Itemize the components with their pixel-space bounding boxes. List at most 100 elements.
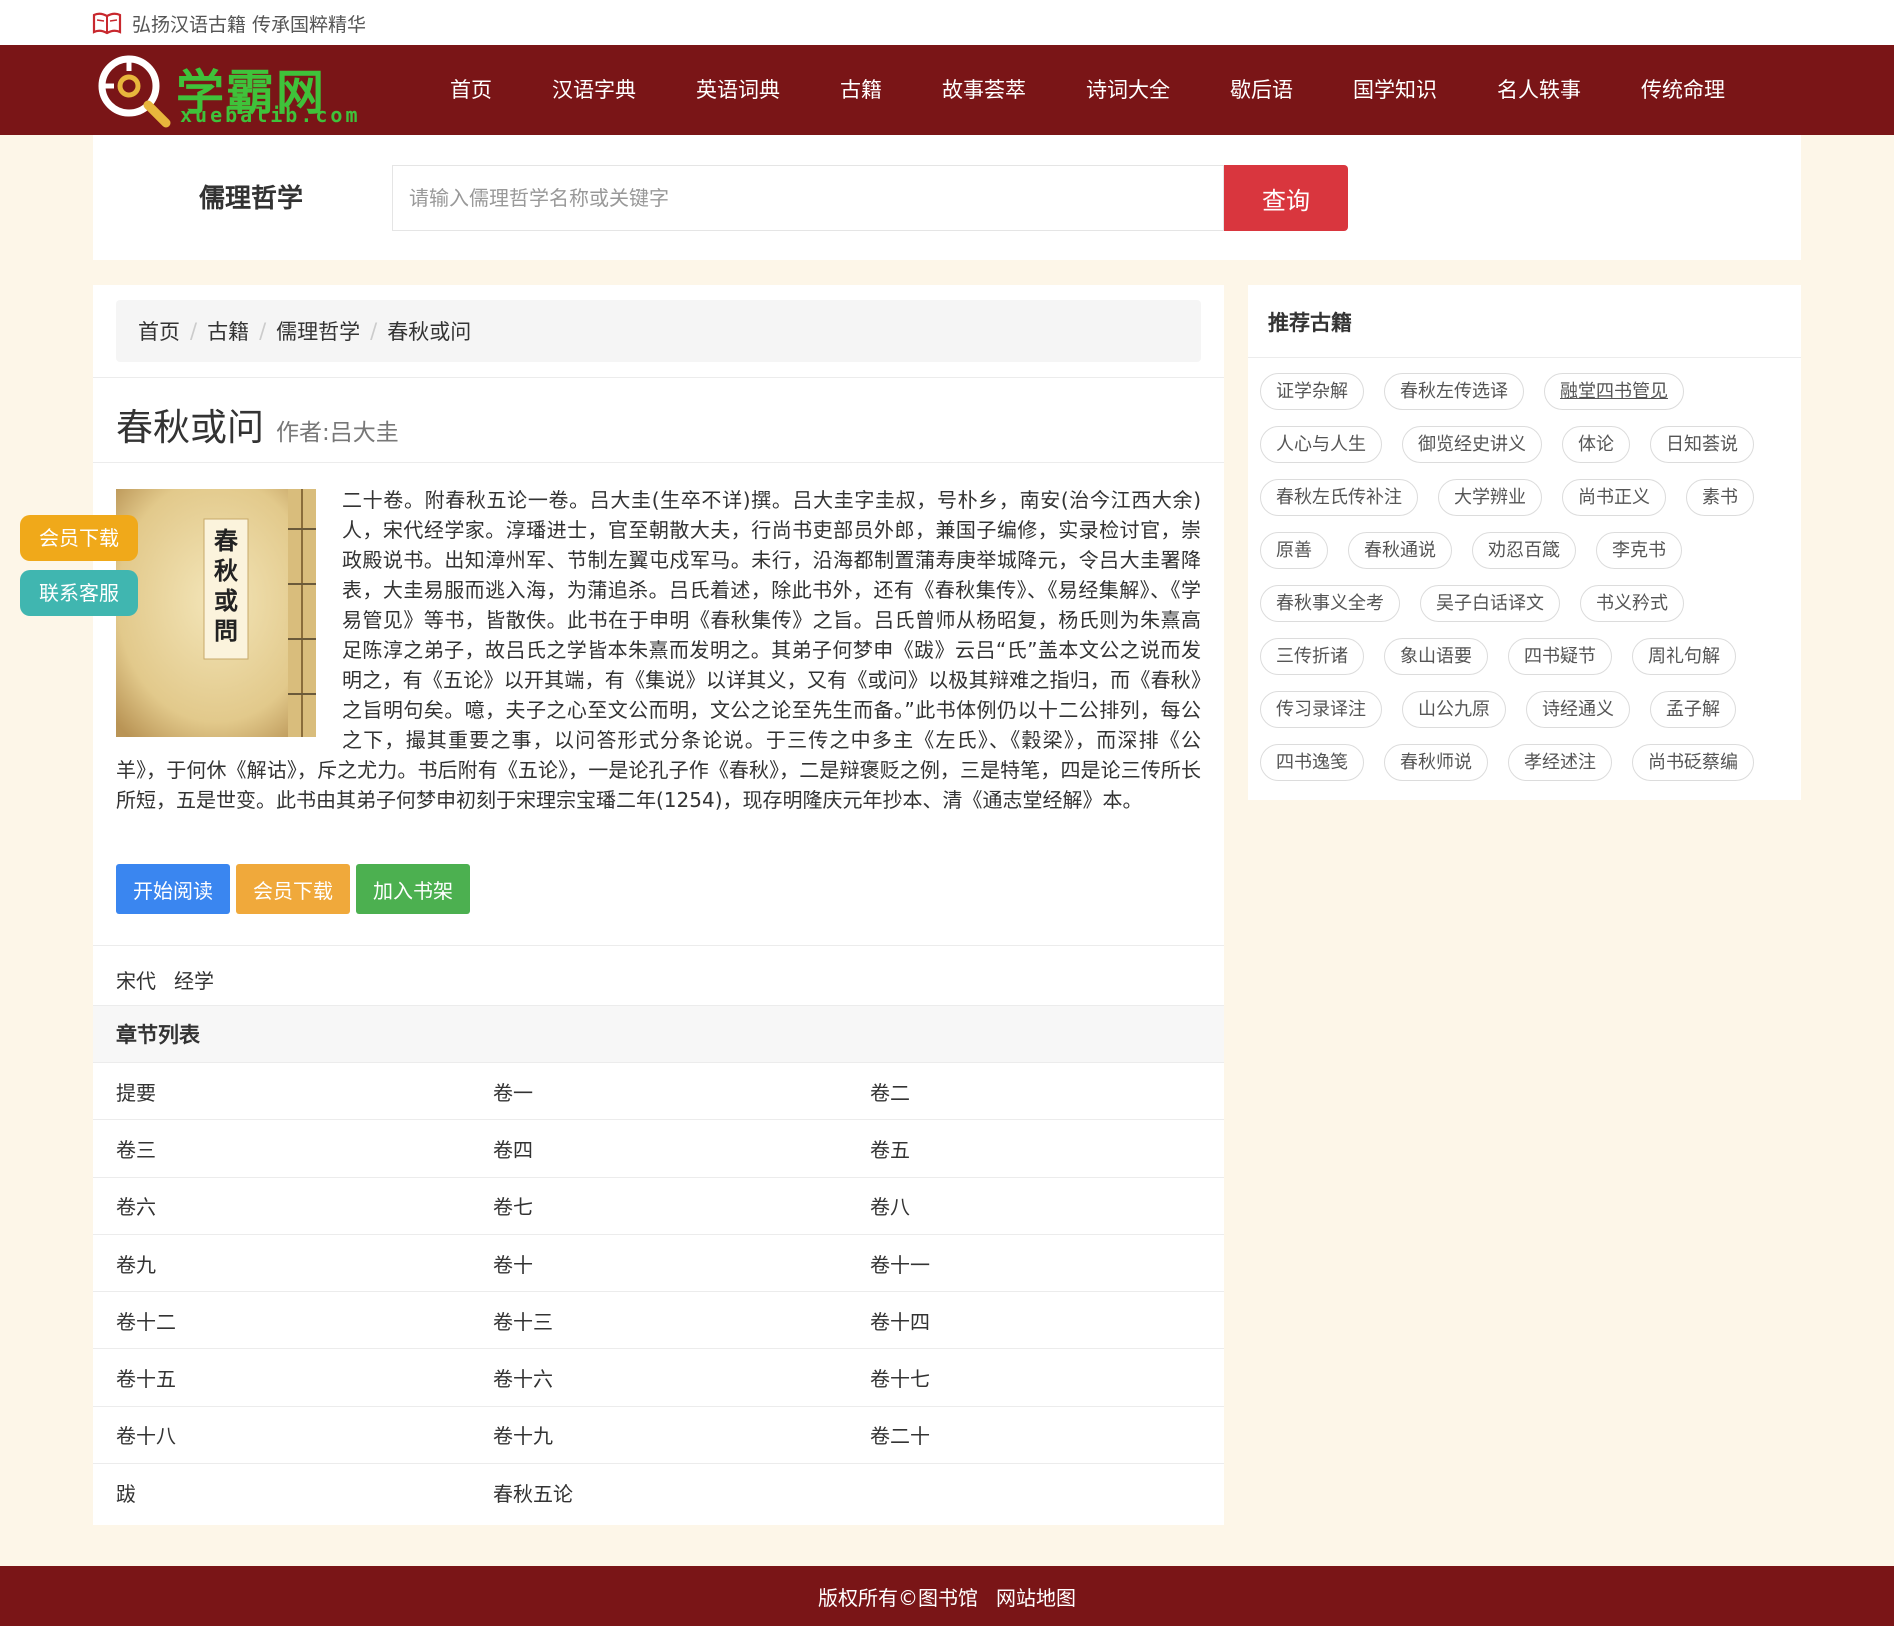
chapter-link[interactable]: 提要 (93, 1077, 470, 1106)
breadcrumb-home[interactable]: 首页 (138, 316, 180, 346)
breadcrumb-separator: / (190, 319, 198, 343)
chapter-row: 卷十五 卷十六 卷十七 (93, 1349, 1224, 1407)
recommended-book-tag[interactable]: 春秋事义全考 (1260, 585, 1400, 622)
chapter-link[interactable]: 卷二 (847, 1077, 1224, 1106)
chapter-link[interactable]: 卷四 (470, 1134, 847, 1163)
nav-home[interactable]: 首页 (420, 45, 522, 135)
recommended-book-tag[interactable]: 春秋通说 (1348, 532, 1452, 569)
svg-text:問: 問 (214, 616, 238, 645)
chapter-link[interactable]: 卷八 (847, 1191, 1224, 1220)
nav-english-dictionary[interactable]: 英语词典 (666, 45, 810, 135)
search-input[interactable] (392, 165, 1224, 231)
book-meta: 宋代 经学 (116, 965, 214, 994)
chapter-link[interactable]: 卷二十 (847, 1420, 1224, 1449)
chapter-link[interactable]: 跋 (93, 1478, 470, 1507)
chapter-link[interactable]: 春秋五论 (470, 1478, 847, 1507)
chapter-link[interactable]: 卷十六 (470, 1363, 847, 1392)
chapter-link[interactable]: 卷十七 (847, 1363, 1224, 1392)
recommended-book-tag[interactable]: 素书 (1686, 479, 1754, 516)
recommended-book-tag[interactable]: 诗经通义 (1526, 691, 1630, 728)
recommended-book-tag[interactable]: 御览经史讲义 (1402, 426, 1542, 463)
chapter-link[interactable]: 卷十五 (93, 1363, 470, 1392)
chapter-link[interactable]: 卷七 (470, 1191, 847, 1220)
breadcrumb-ancient-books[interactable]: 古籍 (207, 316, 249, 346)
nav-anecdotes[interactable]: 名人轶事 (1467, 45, 1611, 135)
recommended-book-tag[interactable]: 春秋左氏传补注 (1260, 479, 1418, 516)
main-navbar: 学霸网 xuebalib.com 首页 汉语字典 英语词典 古籍 故事荟萃 诗词… (0, 45, 1894, 135)
recommended-book-tag[interactable]: 大学辨业 (1438, 479, 1542, 516)
chapter-link[interactable]: 卷三 (93, 1134, 470, 1163)
chapter-link[interactable]: 卷九 (93, 1249, 470, 1278)
chapter-row: 卷十八 卷十九 卷二十 (93, 1407, 1224, 1465)
recommended-book-tag[interactable]: 山公九原 (1402, 691, 1506, 728)
svg-text:春: 春 (214, 526, 238, 555)
book-action-buttons: 开始阅读 会员下载 加入书架 (116, 864, 470, 914)
recommended-book-tag[interactable]: 孝经述注 (1508, 744, 1612, 781)
recommended-book-tag[interactable]: 三传折诸 (1260, 638, 1364, 675)
nav-fortune[interactable]: 传统命理 (1611, 45, 1755, 135)
slogan-text: 弘扬汉语古籍 传承国粹精华 (132, 13, 367, 36)
chapter-link[interactable]: 卷十三 (470, 1306, 847, 1335)
nav-guoxue[interactable]: 国学知识 (1323, 45, 1467, 135)
floating-member-download-button[interactable]: 会员下载 (20, 515, 138, 561)
chapter-row: 跋春秋五论 (93, 1464, 1224, 1521)
recommended-book-tag[interactable]: 传习录译注 (1260, 691, 1382, 728)
recommended-book-tag[interactable]: 吴子白话译文 (1420, 585, 1560, 622)
recommended-book-tag[interactable]: 春秋左传选译 (1384, 373, 1524, 410)
recommended-book-tag[interactable]: 李克书 (1596, 532, 1682, 569)
chapter-row: 卷十二 卷十三 卷十四 (93, 1292, 1224, 1350)
recommended-book-tag[interactable]: 日知荟说 (1650, 426, 1754, 463)
book-title: 春秋或问 (116, 406, 264, 449)
footer-sitemap[interactable]: 网站地图 (996, 1582, 1076, 1611)
chapter-link[interactable]: 卷六 (93, 1191, 470, 1220)
nav-xiehouyu[interactable]: 歇后语 (1200, 45, 1323, 135)
add-to-shelf-button[interactable]: 加入书架 (356, 864, 470, 914)
recommended-book-tag[interactable]: 书义矜式 (1580, 585, 1684, 622)
search-button[interactable]: 查询 (1224, 165, 1348, 231)
recommended-book-tag[interactable]: 融堂四书管见 (1544, 373, 1684, 410)
recommended-book-tag[interactable]: 尚书砭蔡编 (1632, 744, 1754, 781)
recommended-book-tag[interactable]: 四书逸笺 (1260, 744, 1364, 781)
recommended-book-tag[interactable]: 证学杂解 (1260, 373, 1364, 410)
chapter-row: 卷三 卷四 卷五 (93, 1120, 1224, 1178)
nav-ancient-books[interactable]: 古籍 (810, 45, 912, 135)
recommended-book-tag[interactable]: 周礼句解 (1632, 638, 1736, 675)
breadcrumb-separator: / (370, 319, 378, 343)
start-reading-button[interactable]: 开始阅读 (116, 864, 230, 914)
chapter-link[interactable]: 卷五 (847, 1134, 1224, 1163)
recommended-book-tag[interactable]: 劝忍百箴 (1472, 532, 1576, 569)
chapter-link[interactable]: 卷十 (470, 1249, 847, 1278)
book-category[interactable]: 经学 (174, 965, 214, 994)
recommended-book-tag[interactable]: 尚书正义 (1562, 479, 1666, 516)
recommended-book-tag[interactable]: 人心与人生 (1260, 426, 1382, 463)
footer-copyright[interactable]: 版权所有©图书馆 (818, 1582, 978, 1611)
floating-customer-service-button[interactable]: 联系客服 (20, 570, 138, 616)
chapter-link[interactable]: 卷十一 (847, 1249, 1224, 1278)
chapter-link[interactable]: 卷一 (470, 1077, 847, 1106)
chapter-link[interactable]: 卷十二 (93, 1306, 470, 1335)
chapter-link[interactable]: 卷十九 (470, 1420, 847, 1449)
member-download-button[interactable]: 会员下载 (236, 864, 350, 914)
book-author: 作者:吕大圭 (276, 420, 399, 446)
chapter-link[interactable]: 卷十八 (93, 1420, 470, 1449)
recommended-book-tag[interactable]: 原善 (1260, 532, 1328, 569)
recommended-book-tag[interactable]: 体论 (1562, 426, 1630, 463)
site-logo[interactable]: 学霸网 xuebalib.com (96, 53, 358, 129)
svg-text:或: 或 (214, 586, 238, 615)
recommended-book-tag[interactable]: 四书疑节 (1508, 638, 1612, 675)
nav-chinese-dictionary[interactable]: 汉语字典 (522, 45, 666, 135)
breadcrumb-category[interactable]: 儒理哲学 (276, 316, 360, 346)
recommended-book-tag[interactable]: 象山语要 (1384, 638, 1488, 675)
search-category-title: 儒理哲学 (199, 184, 304, 214)
chapter-row: 提要 卷一 卷二 (93, 1063, 1224, 1121)
chapter-row: 卷六 卷七 卷八 (93, 1178, 1224, 1235)
book-dynasty[interactable]: 宋代 (116, 965, 156, 994)
nav-poetry[interactable]: 诗词大全 (1056, 45, 1200, 135)
recommended-books-panel: 推荐古籍 证学杂解 春秋左传选译 融堂四书管见 人心与人生 御览经史讲义 体论 日知荟说 春秋… (1248, 285, 1801, 800)
book-icon (92, 12, 122, 35)
chapter-link[interactable]: 卷十四 (847, 1306, 1224, 1335)
recommended-book-tag[interactable]: 孟子解 (1650, 691, 1736, 728)
recommended-book-tag[interactable]: 春秋师说 (1384, 744, 1488, 781)
nav-stories[interactable]: 故事荟萃 (912, 45, 1056, 135)
book-description: 春 秋 或 問 二十卷。附春秋五论一卷。吕大圭(生卒不详)撰。吕大圭字圭叔，号朴… (116, 485, 1201, 815)
